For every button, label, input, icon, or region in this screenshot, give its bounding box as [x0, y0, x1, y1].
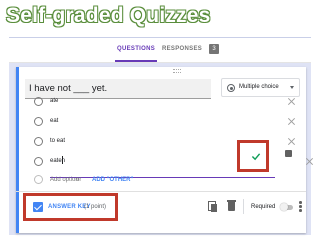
tab-questions[interactable]: QUESTIONS [114, 46, 158, 62]
radio-circle-icon [34, 97, 43, 106]
question-title-text: I have not ___ yet. [29, 83, 108, 94]
remove-option-icon[interactable] [287, 137, 296, 146]
slide-title: Self-graded Quizzes [5, 3, 211, 27]
tab-responses[interactable]: RESPONSES [162, 46, 202, 52]
drag-handle-icon[interactable] [173, 69, 181, 73]
answer-key-checkbox[interactable] [33, 202, 43, 212]
more-options-icon[interactable] [299, 201, 302, 212]
option-text[interactable]: ate [50, 98, 58, 104]
radio-circle-icon [34, 137, 43, 146]
add-other-prefix: or [76, 177, 82, 183]
option-text[interactable]: eat [50, 118, 58, 124]
remove-option-icon[interactable] [305, 157, 314, 166]
trash-icon[interactable] [227, 200, 236, 211]
radio-button-icon [227, 84, 235, 92]
radio-circle-icon [34, 157, 43, 166]
editing-underline [50, 177, 275, 178]
forms-tab-bar: QUESTIONS RESPONSES 3 [9, 38, 311, 63]
option-row: eat [34, 116, 294, 128]
add-option-link[interactable]: Add option [50, 177, 79, 183]
required-label: Required [251, 204, 276, 210]
duplicate-icon[interactable] [208, 201, 218, 212]
card-footer-divider [16, 191, 306, 192]
radio-circle-icon [34, 117, 43, 126]
question-type-label: Multiple choice [239, 84, 279, 90]
check-icon[interactable] [251, 152, 261, 161]
option-text[interactable]: to eat [50, 138, 65, 144]
add-option-radio-icon [34, 175, 43, 184]
text-cursor [62, 156, 63, 164]
toolbar-divider [243, 199, 244, 214]
points-label: (1 point) [84, 204, 107, 210]
option-row: ate [34, 96, 294, 108]
image-icon[interactable] [285, 150, 292, 157]
chevron-down-icon [290, 86, 294, 89]
add-other-link[interactable]: ADD "OTHER" [92, 177, 133, 183]
remove-option-icon[interactable] [287, 97, 296, 106]
responses-count-badge: 3 [209, 44, 219, 54]
question-type-dropdown[interactable]: Multiple choice [221, 78, 300, 97]
required-toggle[interactable] [280, 203, 293, 211]
remove-option-icon[interactable] [287, 117, 296, 126]
